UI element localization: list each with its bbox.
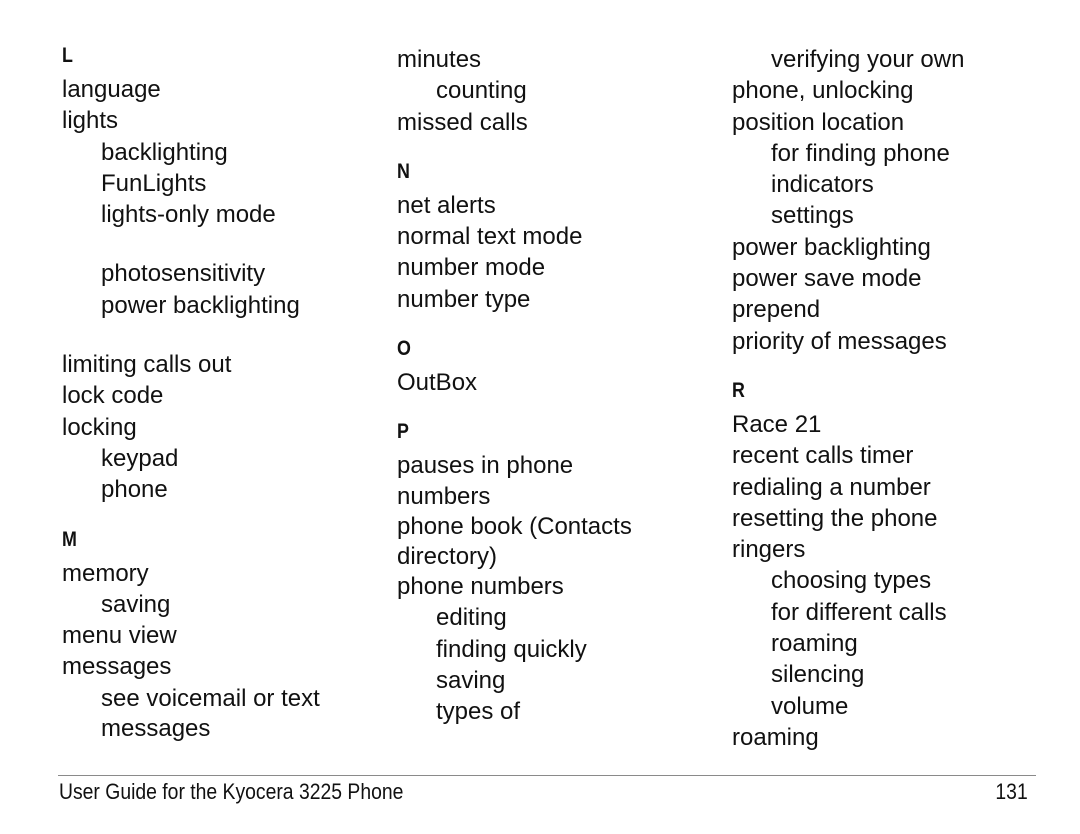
index-subentry: types of bbox=[436, 698, 521, 726]
index-entry: roaming bbox=[732, 723, 819, 751]
index-entry: messages bbox=[62, 653, 172, 681]
index-subentry: lights-only mode bbox=[101, 201, 276, 229]
index-subentry: power backlighting bbox=[101, 291, 300, 319]
index-entry: locking bbox=[62, 413, 137, 441]
index-subentry: photosensitivity bbox=[101, 260, 266, 288]
index-entry: limiting calls out bbox=[62, 351, 232, 379]
index-subentry: choosing types bbox=[771, 567, 932, 595]
index-subentry: counting bbox=[436, 77, 527, 105]
index-entry: numbers bbox=[397, 482, 491, 510]
index-letter-heading: L bbox=[62, 44, 73, 67]
index-subentry: indicators bbox=[771, 171, 874, 199]
index-subentry: for different calls bbox=[771, 598, 947, 626]
index-entry: resetting the phone bbox=[732, 504, 938, 532]
index-entry: missed calls bbox=[397, 108, 528, 136]
index-entry: priority of messages bbox=[732, 327, 947, 355]
index-entry: power save mode bbox=[732, 265, 922, 293]
index-subentry: saving bbox=[436, 666, 506, 694]
index-subentry: silencing bbox=[771, 661, 865, 689]
index-letter-heading: M bbox=[62, 527, 77, 551]
index-column-3: verifying your own phone, unlocking positi… bbox=[732, 44, 1032, 753]
index-letter-heading: P bbox=[397, 420, 409, 444]
footer-divider bbox=[58, 775, 1036, 776]
index-entry: memory bbox=[62, 559, 149, 587]
index-subentry: for finding phone bbox=[771, 139, 950, 167]
index-subentry: volume bbox=[771, 692, 849, 720]
index-column-2: minutes counting missed calls Nnet alerts no… bbox=[397, 44, 707, 727]
index-subentry: messages bbox=[101, 715, 211, 743]
index-entry: recent calls timer bbox=[732, 442, 914, 470]
index-entry: menu view bbox=[62, 622, 177, 650]
index-subentry: roaming bbox=[771, 630, 858, 658]
index-subentry: saving bbox=[101, 590, 171, 618]
index-entry: directory) bbox=[397, 542, 498, 570]
index-entry: language bbox=[62, 76, 161, 103]
index-column-1: Llanguage lights backlighting FunLights ligh… bbox=[62, 44, 382, 743]
index-entry: number type bbox=[397, 285, 531, 313]
index-entry: phone, unlocking bbox=[732, 77, 914, 105]
index-entry: prepend bbox=[732, 296, 821, 324]
index-entry: phone book (Contacts bbox=[397, 512, 632, 540]
index-entry: lights bbox=[62, 107, 119, 135]
index-entry: number mode bbox=[397, 254, 546, 282]
index-subentry: backlighting bbox=[101, 138, 228, 166]
footer-title: User Guide for the Kyocera 3225 Phone bbox=[59, 779, 404, 804]
index-subentry: finding quickly bbox=[436, 635, 587, 663]
index-entry: lock code bbox=[62, 382, 164, 410]
index-subentry: verifying your own bbox=[771, 46, 965, 73]
page-number: 131 bbox=[995, 779, 1028, 804]
index-entry: redialing a number bbox=[732, 473, 931, 501]
index-entry: OutBox bbox=[397, 369, 478, 397]
index-letter-heading: O bbox=[397, 337, 411, 361]
index-entry: ringers bbox=[732, 536, 806, 564]
index-subentry: see voicemail or text bbox=[101, 684, 320, 712]
index-subentry: editing bbox=[436, 604, 507, 632]
index-subentry: FunLights bbox=[101, 169, 207, 197]
index-entry: net alerts bbox=[397, 191, 496, 219]
index-entry: pauses in phone bbox=[397, 452, 574, 480]
index-entry: power backlighting bbox=[732, 233, 931, 261]
index-letter-heading: N bbox=[397, 159, 410, 183]
index-subentry: phone bbox=[101, 476, 168, 504]
index-entry: phone numbers bbox=[397, 572, 564, 600]
index-entry: Race 21 bbox=[732, 410, 822, 438]
index-entry: minutes bbox=[397, 46, 482, 73]
index-subentry: settings bbox=[771, 202, 854, 230]
index-entry: normal text mode bbox=[397, 223, 583, 251]
index-subentry: keypad bbox=[101, 444, 179, 472]
index-letter-heading: R bbox=[732, 378, 745, 402]
index-entry: position location bbox=[732, 108, 905, 136]
